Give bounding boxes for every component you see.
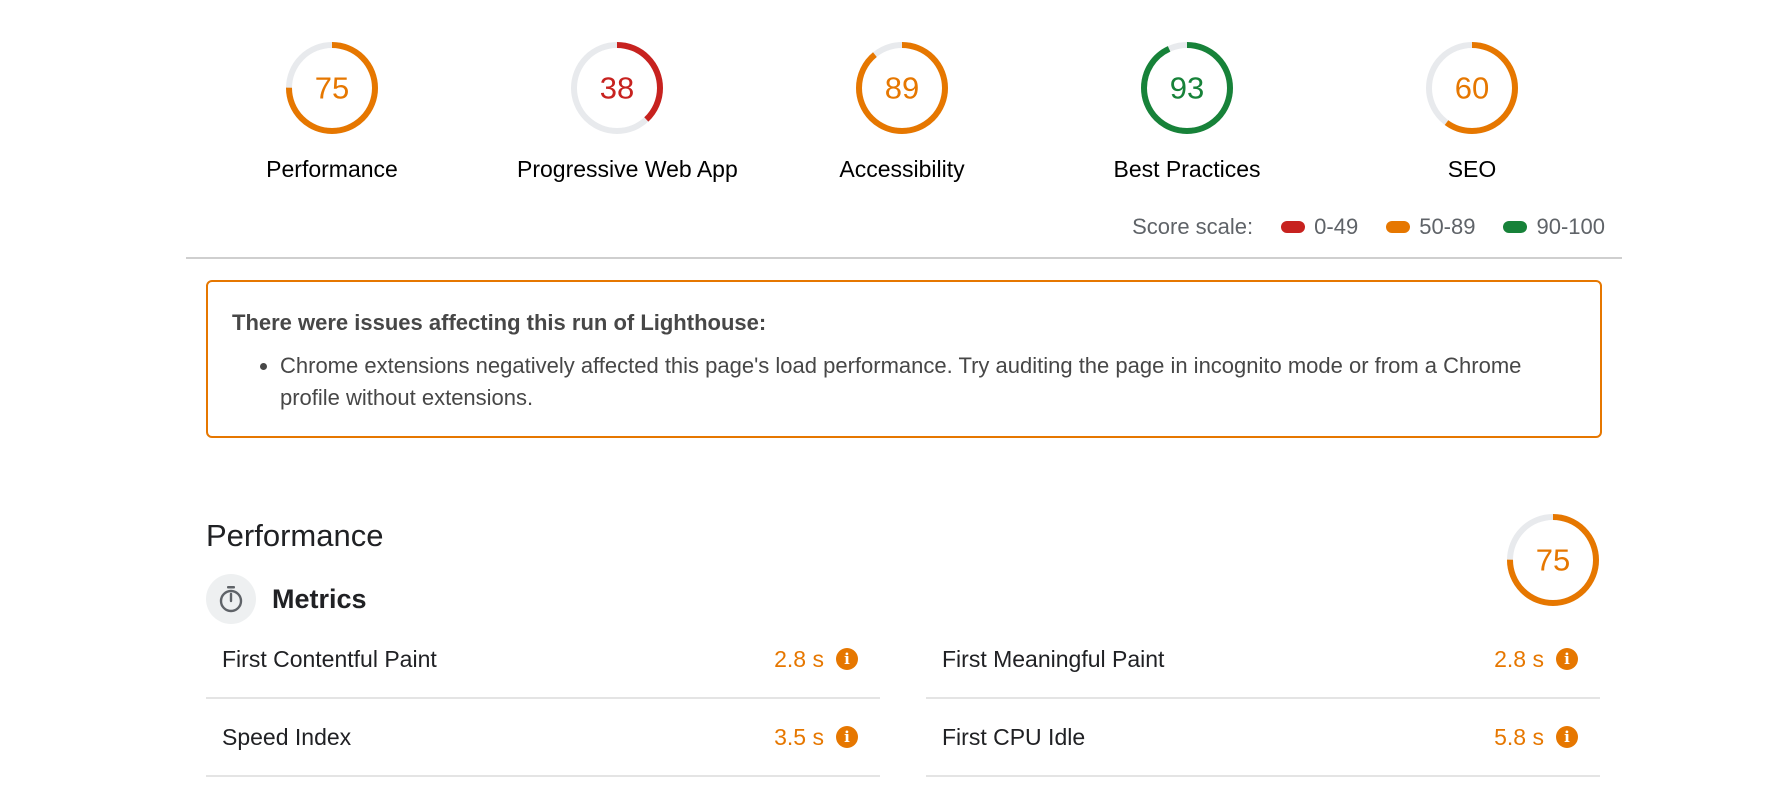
metric-name: Speed Index xyxy=(222,723,352,750)
gauge-label: Best Practices xyxy=(1113,156,1261,182)
info-icon[interactable]: i xyxy=(1556,726,1578,748)
score-ring: 89 xyxy=(856,42,948,134)
metric-value: 5.8 s xyxy=(1494,723,1544,750)
warning-list: Chrome extensions negatively affected th… xyxy=(280,350,1576,414)
metric-name: First Meaningful Paint xyxy=(942,645,1165,672)
gauge-performance[interactable]: 75 Performance xyxy=(232,40,432,183)
score-scale: Score scale: 0-49 50-89 90-100 xyxy=(1132,214,1605,240)
score-scale-pass: 90-100 xyxy=(1503,214,1605,240)
score-scale-range: 50-89 xyxy=(1419,214,1476,239)
score-ring: 93 xyxy=(1141,42,1233,134)
gauge-label: SEO xyxy=(1447,156,1497,182)
score-value: 89 xyxy=(885,71,919,106)
pass-swatch-icon xyxy=(1503,221,1528,233)
score-ring: 60 xyxy=(1426,42,1518,134)
metric-value: 2.8 s xyxy=(1494,645,1544,672)
metric-value: 3.5 s xyxy=(774,723,824,750)
gauge-best-practices[interactable]: 93 Best Practices xyxy=(1087,40,1287,183)
metric-name: First Contentful Paint xyxy=(222,645,437,672)
info-icon[interactable]: i xyxy=(836,726,858,748)
score-ring: 75 xyxy=(1507,514,1599,606)
metric-first-cpu-idle[interactable]: First CPU Idle 5.8 s i xyxy=(926,699,1600,777)
score-ring: 38 xyxy=(571,42,663,134)
gauge-seo[interactable]: 60 SEO xyxy=(1372,40,1572,183)
info-icon[interactable]: i xyxy=(836,648,858,670)
score-value: 38 xyxy=(600,71,634,106)
score-value: 75 xyxy=(1536,543,1570,578)
metric-name: First CPU Idle xyxy=(942,723,1086,750)
divider xyxy=(186,257,1622,259)
metric-value: 2.8 s xyxy=(774,645,824,672)
section-title: Performance xyxy=(206,518,384,553)
gauge-accessibility[interactable]: 89 Accessibility xyxy=(802,40,1002,183)
score-ring: 75 xyxy=(286,42,378,134)
score-scale-fail: 0-49 xyxy=(1281,214,1358,240)
metric-speed-index[interactable]: Speed Index 3.5 s i xyxy=(206,699,880,777)
gauge-pwa[interactable]: 38 Progressive Web App xyxy=(517,40,738,183)
score-value: 93 xyxy=(1170,71,1204,106)
score-scale-range: 90-100 xyxy=(1536,214,1605,239)
fail-swatch-icon xyxy=(1281,221,1306,233)
metric-first-contentful-paint[interactable]: First Contentful Paint 2.8 s i xyxy=(206,621,880,699)
run-warnings-box: There were issues affecting this run of … xyxy=(206,280,1602,438)
score-value: 75 xyxy=(315,71,349,106)
warning-item: Chrome extensions negatively affected th… xyxy=(280,350,1576,414)
warning-title: There were issues affecting this run of … xyxy=(232,310,767,335)
average-swatch-icon xyxy=(1386,221,1411,233)
stopwatch-icon xyxy=(206,574,256,624)
metrics-title: Metrics xyxy=(272,583,367,614)
info-icon[interactable]: i xyxy=(1556,648,1578,670)
gauge-label: Progressive Web App xyxy=(517,156,738,182)
gauge-label: Accessibility xyxy=(839,156,965,182)
score-scale-average: 50-89 xyxy=(1386,214,1475,240)
score-scale-range: 0-49 xyxy=(1314,214,1359,239)
score-value: 60 xyxy=(1455,71,1489,106)
metrics-header: Metrics xyxy=(206,574,367,624)
performance-section-gauge: 75 xyxy=(1505,512,1601,613)
metric-first-meaningful-paint[interactable]: First Meaningful Paint 2.8 s i xyxy=(926,621,1600,699)
score-scale-label: Score scale: xyxy=(1132,214,1254,239)
gauge-label: Performance xyxy=(266,156,398,182)
